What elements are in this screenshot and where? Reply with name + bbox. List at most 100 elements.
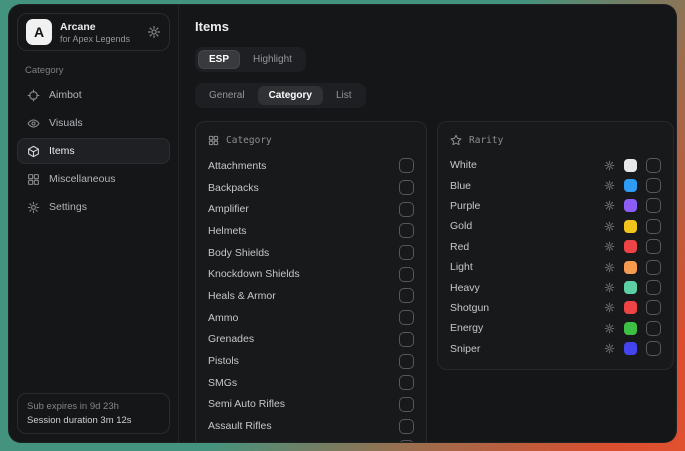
gear-icon[interactable] bbox=[604, 262, 615, 273]
mode-option-esp[interactable]: ESP bbox=[198, 50, 240, 69]
rarity-row: Purple bbox=[450, 196, 661, 216]
checkbox[interactable] bbox=[646, 219, 661, 234]
color-swatch[interactable] bbox=[624, 342, 637, 355]
color-swatch[interactable] bbox=[624, 240, 637, 253]
category-label: Pistols bbox=[208, 355, 239, 367]
sidebar-item-label: Items bbox=[49, 145, 75, 157]
mode-option-highlight[interactable]: Highlight bbox=[242, 50, 303, 69]
rarity-label: Blue bbox=[450, 180, 471, 192]
checkbox[interactable] bbox=[399, 180, 414, 195]
category-row: Attachments bbox=[208, 155, 414, 177]
gear-icon bbox=[27, 201, 40, 214]
sidebar-item-aimbot[interactable]: Aimbot bbox=[17, 82, 170, 108]
app-title: Arcane bbox=[60, 21, 130, 33]
box-icon bbox=[27, 145, 40, 158]
tab-category[interactable]: Category bbox=[258, 86, 323, 105]
sidebar-item-items[interactable]: Items bbox=[17, 138, 170, 164]
checkbox[interactable] bbox=[646, 280, 661, 295]
rarity-label: Sniper bbox=[450, 343, 480, 355]
sidebar-item-visuals[interactable]: Visuals bbox=[17, 110, 170, 136]
checkbox[interactable] bbox=[399, 310, 414, 325]
rarity-row: Shotgun bbox=[450, 298, 661, 318]
sidebar-item-label: Settings bbox=[49, 201, 87, 213]
rarity-label: Gold bbox=[450, 220, 472, 232]
checkbox[interactable] bbox=[646, 260, 661, 275]
gear-icon[interactable] bbox=[604, 302, 615, 313]
checkbox[interactable] bbox=[399, 223, 414, 238]
category-label: SMGs bbox=[208, 377, 237, 389]
color-swatch[interactable] bbox=[624, 199, 637, 212]
checkbox[interactable] bbox=[399, 419, 414, 434]
gear-icon[interactable] bbox=[604, 323, 615, 334]
checkbox[interactable] bbox=[646, 178, 661, 193]
gear-icon[interactable] bbox=[604, 221, 615, 232]
tab-general[interactable]: General bbox=[198, 86, 256, 105]
checkbox[interactable] bbox=[646, 239, 661, 254]
category-row: Knockdown Shields bbox=[208, 263, 414, 285]
color-swatch[interactable] bbox=[624, 261, 637, 274]
gear-icon[interactable] bbox=[604, 343, 615, 354]
category-label: Amplifier bbox=[208, 203, 249, 215]
mode-toggle: ESP Highlight bbox=[195, 47, 306, 72]
rarity-panel-title: Rarity bbox=[469, 135, 503, 146]
checkbox[interactable] bbox=[399, 397, 414, 412]
rarity-row: Heavy bbox=[450, 277, 661, 297]
eye-icon bbox=[27, 117, 40, 130]
color-swatch[interactable] bbox=[624, 281, 637, 294]
color-swatch[interactable] bbox=[624, 179, 637, 192]
category-row: Backpacks bbox=[208, 177, 414, 199]
checkbox[interactable] bbox=[399, 354, 414, 369]
color-swatch[interactable] bbox=[624, 220, 637, 233]
category-panel: Category Attachments Backpacks Amplifier… bbox=[195, 121, 427, 442]
gear-icon[interactable] bbox=[604, 160, 615, 171]
category-label: Heals & Armor bbox=[208, 290, 276, 302]
color-swatch[interactable] bbox=[624, 322, 637, 335]
gear-icon[interactable] bbox=[604, 241, 615, 252]
rarity-panel: Rarity White Blue bbox=[437, 121, 674, 370]
checkbox[interactable] bbox=[399, 267, 414, 282]
color-swatch[interactable] bbox=[624, 159, 637, 172]
checkbox[interactable] bbox=[646, 321, 661, 336]
rarity-row: Energy bbox=[450, 318, 661, 338]
sidebar: A Arcane for Apex Legends Category bbox=[9, 5, 179, 442]
checkbox[interactable] bbox=[399, 245, 414, 260]
category-panel-header: Category bbox=[208, 130, 414, 150]
category-row: Amplifier bbox=[208, 198, 414, 220]
category-row: Body Shields bbox=[208, 242, 414, 264]
sidebar-item-settings[interactable]: Settings bbox=[17, 194, 170, 220]
checkbox[interactable] bbox=[399, 332, 414, 347]
gear-icon[interactable] bbox=[604, 282, 615, 293]
category-label: Ammo bbox=[208, 312, 238, 324]
category-row: Assault Rifles bbox=[208, 415, 414, 437]
rarity-label: Light bbox=[450, 261, 473, 273]
checkbox[interactable] bbox=[399, 202, 414, 217]
checkbox[interactable] bbox=[646, 198, 661, 213]
gear-icon[interactable] bbox=[604, 180, 615, 191]
checkbox[interactable] bbox=[399, 158, 414, 173]
category-label: Semi Auto Rifles bbox=[208, 398, 285, 410]
checkbox[interactable] bbox=[399, 440, 414, 442]
color-swatch[interactable] bbox=[624, 301, 637, 314]
category-label: Attachments bbox=[208, 160, 266, 172]
checkbox[interactable] bbox=[399, 375, 414, 390]
tab-list[interactable]: List bbox=[325, 86, 363, 105]
rarity-panel-header: Rarity bbox=[450, 130, 661, 150]
subscription-info-card: Sub expires in 9d 23h Session duration 3… bbox=[17, 393, 170, 434]
grid-icon bbox=[208, 135, 219, 146]
checkbox[interactable] bbox=[646, 158, 661, 173]
gear-icon[interactable] bbox=[147, 25, 161, 39]
sidebar-section-label: Category bbox=[25, 65, 170, 76]
rarity-label: Heavy bbox=[450, 282, 480, 294]
checkbox[interactable] bbox=[399, 288, 414, 303]
rarity-label: Shotgun bbox=[450, 302, 489, 314]
rarity-row: Light bbox=[450, 257, 661, 277]
category-row: Heals & Armor bbox=[208, 285, 414, 307]
category-label: Knockdown Shields bbox=[208, 268, 300, 280]
checkbox[interactable] bbox=[646, 341, 661, 356]
page-title: Items bbox=[195, 19, 660, 34]
checkbox[interactable] bbox=[646, 300, 661, 315]
category-row: LMGs bbox=[208, 437, 414, 442]
gear-icon[interactable] bbox=[604, 200, 615, 211]
category-label: Body Shields bbox=[208, 247, 269, 259]
sidebar-item-miscellaneous[interactable]: Miscellaneous bbox=[17, 166, 170, 192]
